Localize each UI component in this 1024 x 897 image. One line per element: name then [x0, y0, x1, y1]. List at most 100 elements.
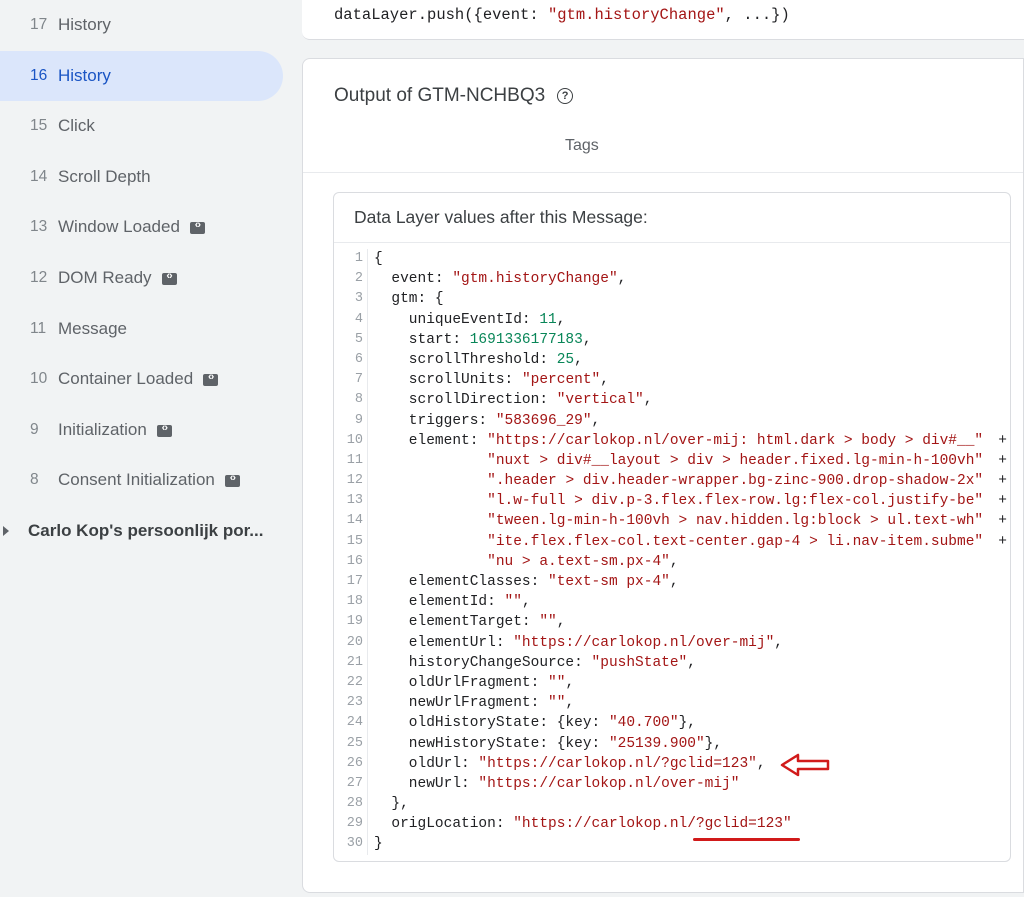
code-badge-icon [189, 219, 205, 235]
code-text: historyChangeSource: "pushState", [374, 653, 1010, 673]
code-token: "gtm.historyChange" [452, 271, 618, 288]
code-token: "40.700" [608, 715, 679, 732]
code-token: , [774, 634, 783, 651]
event-item-10[interactable]: 10 Container Loaded [0, 354, 283, 404]
concat-operator: + [989, 473, 1007, 490]
gutter [367, 471, 368, 492]
code-token: newHistoryState: {key: [374, 735, 609, 752]
code-token: , [582, 331, 592, 348]
event-item-9[interactable]: 9 Initialization [0, 405, 283, 455]
event-item-12[interactable]: 12 DOM Ready [0, 253, 283, 303]
event-number: 14 [30, 167, 48, 185]
gutter [367, 430, 368, 451]
line-number: 1 [354, 251, 363, 266]
concat-operator: + [989, 513, 1007, 530]
code-token: , [643, 392, 653, 409]
expand-triangle-icon[interactable] [3, 526, 9, 536]
code-text: event: "gtm.historyChange", [374, 269, 1010, 289]
line-number: 3 [354, 291, 363, 307]
code-token: { [374, 251, 383, 267]
red-underline-annotation [693, 838, 800, 841]
code-text: newUrl: "https://carlokop.nl/over-mij" [374, 774, 1010, 794]
line-number: 30 [346, 836, 363, 852]
code-token: "https://carlokop.nl/over-mij" [478, 775, 740, 792]
code-text: origLocation: "https://carlokop.nl/?gcli… [374, 814, 1010, 834]
gutter [367, 693, 368, 714]
divider [303, 172, 1023, 173]
help-icon[interactable]: ? [557, 88, 574, 104]
code-token: "nu > a.text-sm.px-4" [487, 553, 670, 570]
code-token: , [565, 695, 575, 712]
event-label: Scroll Depth [58, 166, 151, 186]
event-item-16[interactable]: 16 History [0, 50, 283, 101]
event-item-13[interactable]: 13 Window Loaded [0, 202, 283, 252]
code-token: elementTarget: [374, 614, 540, 631]
output-card: Output of GTM-NCHBQ3 ? Tags Data Layer v… [302, 58, 1024, 893]
code-token: element: [374, 432, 488, 449]
code-line: 25 newHistoryState: {key: "25139.900"}, [334, 733, 1010, 754]
code-token: , [756, 755, 766, 772]
code-token: }, [678, 715, 696, 732]
event-item-17[interactable]: 17 History [0, 0, 283, 50]
code-token: elementId: [374, 594, 505, 611]
gutter [367, 249, 368, 270]
gutter [367, 511, 368, 532]
code-text: elementClasses: "text-sm px-4", [374, 572, 1010, 592]
code-text: }, [374, 794, 1010, 814]
output-title-text: Output of GTM-NCHBQ3 [334, 85, 546, 106]
line-number: 19 [346, 614, 363, 630]
datalayer-code: 1{2 event: "gtm.historyChange", 3 gtm: {4… [334, 249, 1010, 855]
gutter [367, 713, 368, 734]
event-sidebar: 17 History 16 History 15 Click 14 Scroll Depth 1… [0, 0, 302, 897]
code-text: oldHistoryState: {key: "40.700"}, [374, 713, 1010, 733]
code-text: uniqueEventId: 11, [374, 310, 1010, 330]
code-token: "vertical" [556, 392, 644, 409]
event-label: History [58, 65, 111, 85]
code-line: 4 uniqueEventId: 11, [334, 309, 1010, 330]
code-line: 29 origLocation: "https://carlokop.nl/?g… [334, 814, 1010, 835]
code-badge-icon [224, 472, 240, 488]
code-line: 1{ [334, 249, 1010, 270]
code-line: 17 elementClasses: "text-sm px-4", [334, 572, 1010, 593]
code-token: "https://carlokop.nl/?gclid=123" [478, 755, 757, 772]
gutter [367, 269, 368, 290]
code-text: elementTarget: "", [374, 612, 1010, 632]
event-item-8[interactable]: 8 Consent Initialization [0, 455, 283, 505]
code-token: "percent" [521, 372, 601, 389]
gutter [367, 390, 368, 411]
code-token: oldUrlFragment: [374, 674, 549, 691]
gutter [367, 632, 368, 653]
code-string: "gtm.historyChange" [547, 6, 725, 24]
code-line: 14 "tween.lg-min-h-100vh > nav.hidden.lg… [334, 511, 1010, 532]
code-badge-icon [203, 371, 219, 387]
code-token: "" [548, 695, 566, 712]
code-token: 1691336177183 [469, 331, 583, 348]
code-line: 16 "nu > a.text-sm.px-4", [334, 551, 1010, 572]
code-line: 26 oldUrl: "https://carlokop.nl/?gclid=1… [334, 753, 1010, 774]
code-token: , [600, 372, 609, 389]
tab-tags[interactable]: Tags [565, 137, 599, 155]
line-number: 21 [346, 654, 363, 670]
code-token: , [556, 311, 566, 328]
code-token: start: [374, 331, 470, 348]
event-item-11[interactable]: 11 Message [0, 304, 283, 354]
code-line: 8 scrollDirection: "vertical", [334, 390, 1010, 411]
event-item-14[interactable]: 14 Scroll Depth [0, 152, 283, 202]
message-code: dataLayer.push({event: "gtm.historyChang… [334, 6, 790, 24]
event-number: 9 [30, 420, 39, 438]
code-line: 15 "ite.flex.flex-col.text-center.gap-4 … [334, 531, 1010, 552]
code-token: "" [539, 614, 557, 631]
code-token: newUrlFragment: [374, 695, 549, 712]
code-line: 27 newUrl: "https://carlokop.nl/over-mij… [334, 773, 1010, 795]
message-summary-card: dataLayer.push({event: "gtm.historyChang… [302, 0, 1024, 40]
event-item-15[interactable]: 15 Click [0, 101, 283, 151]
line-number: 22 [346, 674, 363, 690]
container-row[interactable]: Carlo Kop's persoonlijk por... [0, 506, 290, 556]
code-token: "" [548, 674, 566, 691]
code-line: 28 }, [334, 794, 1010, 815]
line-number: 12 [346, 473, 363, 489]
